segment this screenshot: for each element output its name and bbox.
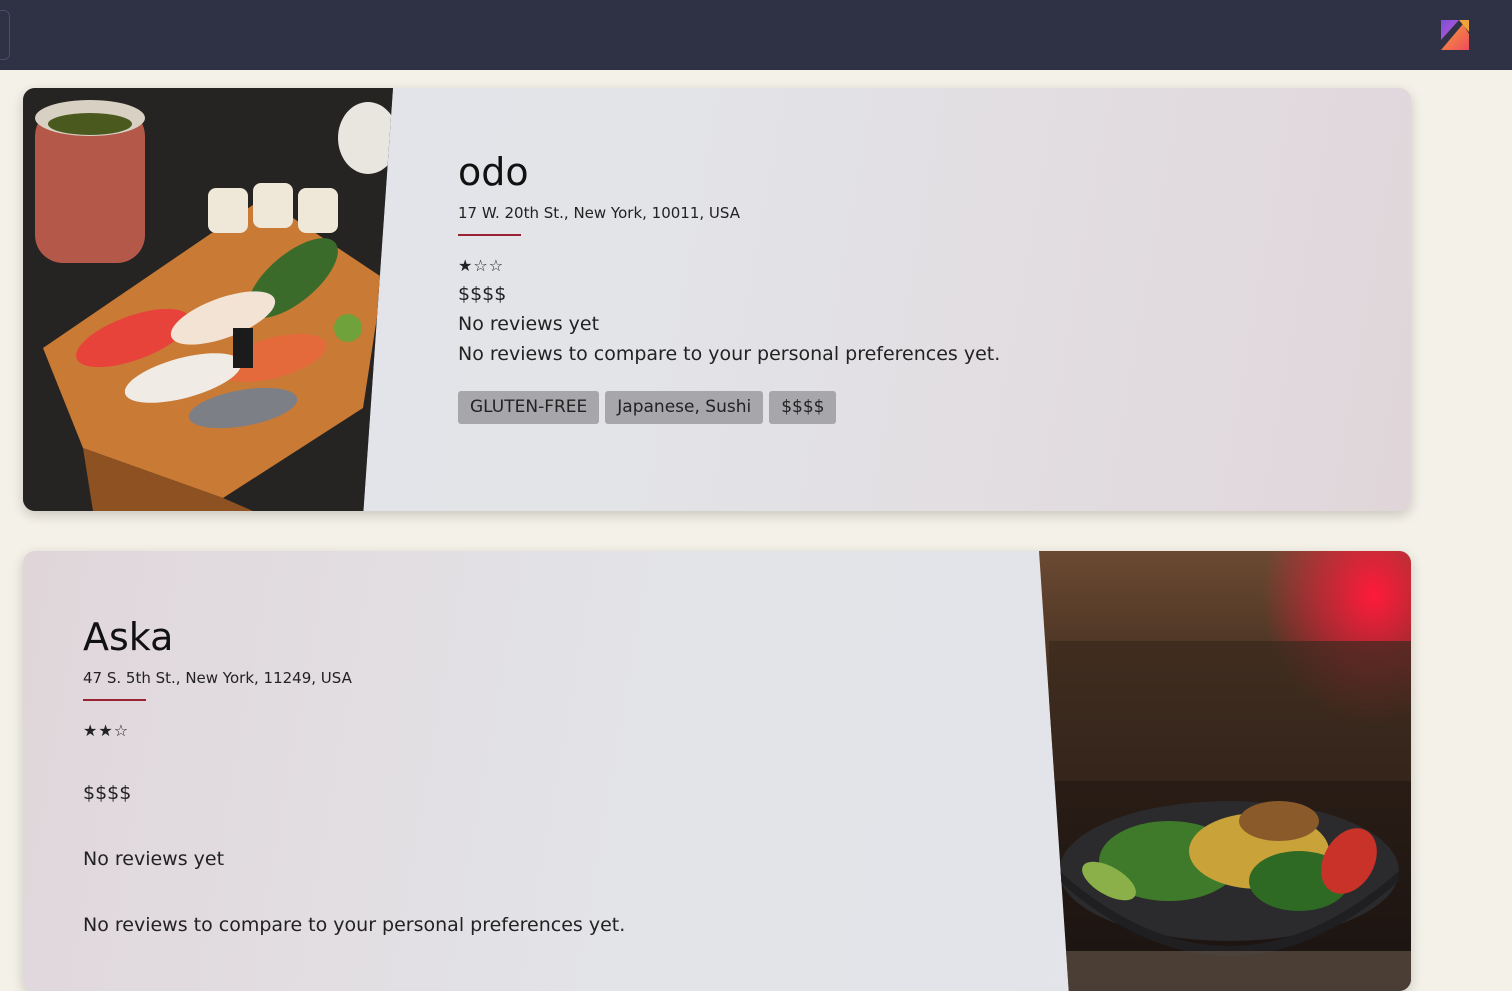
top-navigation-bar [0,0,1512,70]
preference-compare-text: No reviews to compare to your personal p… [83,914,626,936]
tag-dietary[interactable]: GLUTEN-FREE [458,391,600,424]
tag-list: GLUTEN-FREE Japanese, Sushi $$$$ [458,391,1000,424]
tag-price[interactable]: $$$$ [769,391,837,424]
restaurant-info: odo 17 W. 20th St., New York, 10011, USA… [458,148,1000,424]
reviews-status: No reviews yet [83,848,225,870]
accent-divider [458,234,521,236]
price-level: $$$$ [458,283,507,305]
restaurant-address: 47 S. 5th St., New York, 11249, USA [83,669,352,687]
preference-compare-text: No reviews to compare to your personal p… [458,343,1001,365]
star-rating: ★★☆ [83,721,130,740]
tag-cuisine[interactable]: Japanese, Sushi [605,391,764,424]
accent-divider [83,699,146,701]
star-rating: ★☆☆ [458,256,505,275]
restaurant-card[interactable]: Aska 47 S. 5th St., New York, 11249, USA… [23,551,1411,991]
restaurant-card[interactable]: odo 17 W. 20th St., New York, 10011, USA… [23,88,1411,511]
sidebar-toggle-tab[interactable] [0,10,10,60]
restaurant-name[interactable]: Aska [83,613,625,661]
app-logo-icon[interactable] [1439,18,1471,52]
restaurant-address: 17 W. 20th St., New York, 10011, USA [458,204,740,222]
restaurant-info: Aska 47 S. 5th St., New York, 11249, USA… [83,613,625,936]
reviews-status: No reviews yet [458,313,600,335]
sushi-platter-photo [23,88,393,511]
salad-bowl-photo [1039,551,1411,991]
restaurant-name[interactable]: odo [458,148,1000,196]
price-level: $$$$ [83,782,132,804]
